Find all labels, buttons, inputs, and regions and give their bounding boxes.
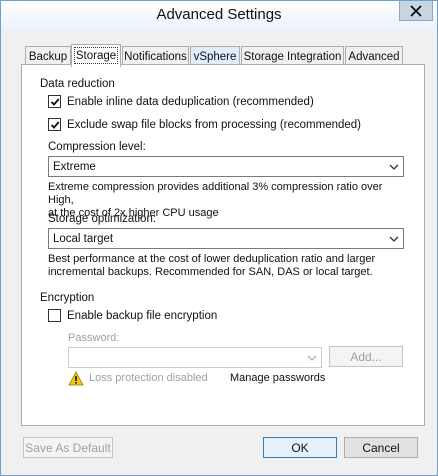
tab-backup[interactable]: Backup [25, 46, 71, 66]
enable-encryption-checkbox[interactable] [48, 309, 61, 322]
compression-desc-line1: Extreme compression provides additional … [48, 181, 383, 206]
add-password-button[interactable]: Add... [329, 346, 403, 367]
encryption-group-label: Encryption [40, 292, 95, 304]
exclude-swap-label: Exclude swap file blocks from processing… [67, 118, 362, 131]
password-label: Password: [68, 332, 120, 344]
compression-level-value: Extreme [53, 160, 96, 173]
ok-label: OK [291, 440, 309, 455]
storage-tab-panel: Data reduction Enable inline data dedupl… [21, 64, 425, 426]
storage-optimization-select[interactable]: Local target [48, 228, 404, 249]
chevron-down-icon [389, 236, 399, 242]
chevron-down-icon [389, 164, 399, 170]
title-bar[interactable]: Advanced Settings [1, 1, 437, 31]
storage-optimization-label: Storage optimization: [48, 213, 157, 225]
manage-passwords-link[interactable]: Manage passwords [230, 372, 325, 384]
password-select[interactable] [68, 347, 322, 368]
warning-icon [68, 371, 84, 386]
ok-button[interactable]: OK [263, 437, 337, 458]
enable-encryption-row[interactable]: Enable backup file encryption [48, 309, 217, 322]
cancel-label: Cancel [362, 440, 400, 455]
data-reduction-group-label: Data reduction [40, 78, 115, 90]
storage-desc-line1: Best performance at the cost of lower de… [48, 253, 376, 265]
inline-dedup-label: Enable inline data deduplication (recomm… [67, 95, 314, 108]
storage-optimization-value: Local target [53, 232, 114, 245]
exclude-swap-checkbox[interactable] [48, 118, 61, 131]
close-button[interactable] [399, 1, 433, 21]
inline-dedup-row[interactable]: Enable inline data deduplication (recomm… [48, 95, 314, 108]
tab-notifications[interactable]: Notifications [122, 46, 189, 66]
tab-advanced[interactable]: Advanced [345, 46, 403, 66]
tab-storage[interactable]: Storage [71, 44, 121, 67]
cancel-button[interactable]: Cancel [344, 437, 418, 458]
save-as-default-button[interactable]: Save As Default [23, 437, 113, 458]
chevron-down-icon [307, 355, 317, 361]
loss-protection-warning: Loss protection disabled [89, 372, 208, 384]
advanced-settings-dialog: Advanced Settings Backup Storage Notific… [0, 0, 438, 476]
storage-desc-line2: incremental backups. Recommended for SAN… [48, 266, 373, 278]
checkmark-icon [50, 120, 59, 129]
compression-level-select[interactable]: Extreme [48, 156, 404, 177]
exclude-swap-row[interactable]: Exclude swap file blocks from processing… [48, 118, 361, 131]
compression-level-label: Compression level: [48, 141, 146, 153]
window-title: Advanced Settings [156, 6, 282, 23]
storage-optimization-description: Best performance at the cost of lower de… [48, 253, 408, 279]
tab-vsphere[interactable]: vSphere [190, 46, 240, 66]
close-icon [410, 4, 422, 17]
enable-encryption-label: Enable backup file encryption [67, 309, 218, 322]
inline-dedup-checkbox[interactable] [48, 95, 61, 108]
add-password-label: Add... [350, 349, 382, 364]
save-as-default-label: Save As Default [25, 440, 111, 455]
checkmark-icon [50, 97, 59, 106]
tab-storage-integration[interactable]: Storage Integration [241, 46, 344, 66]
